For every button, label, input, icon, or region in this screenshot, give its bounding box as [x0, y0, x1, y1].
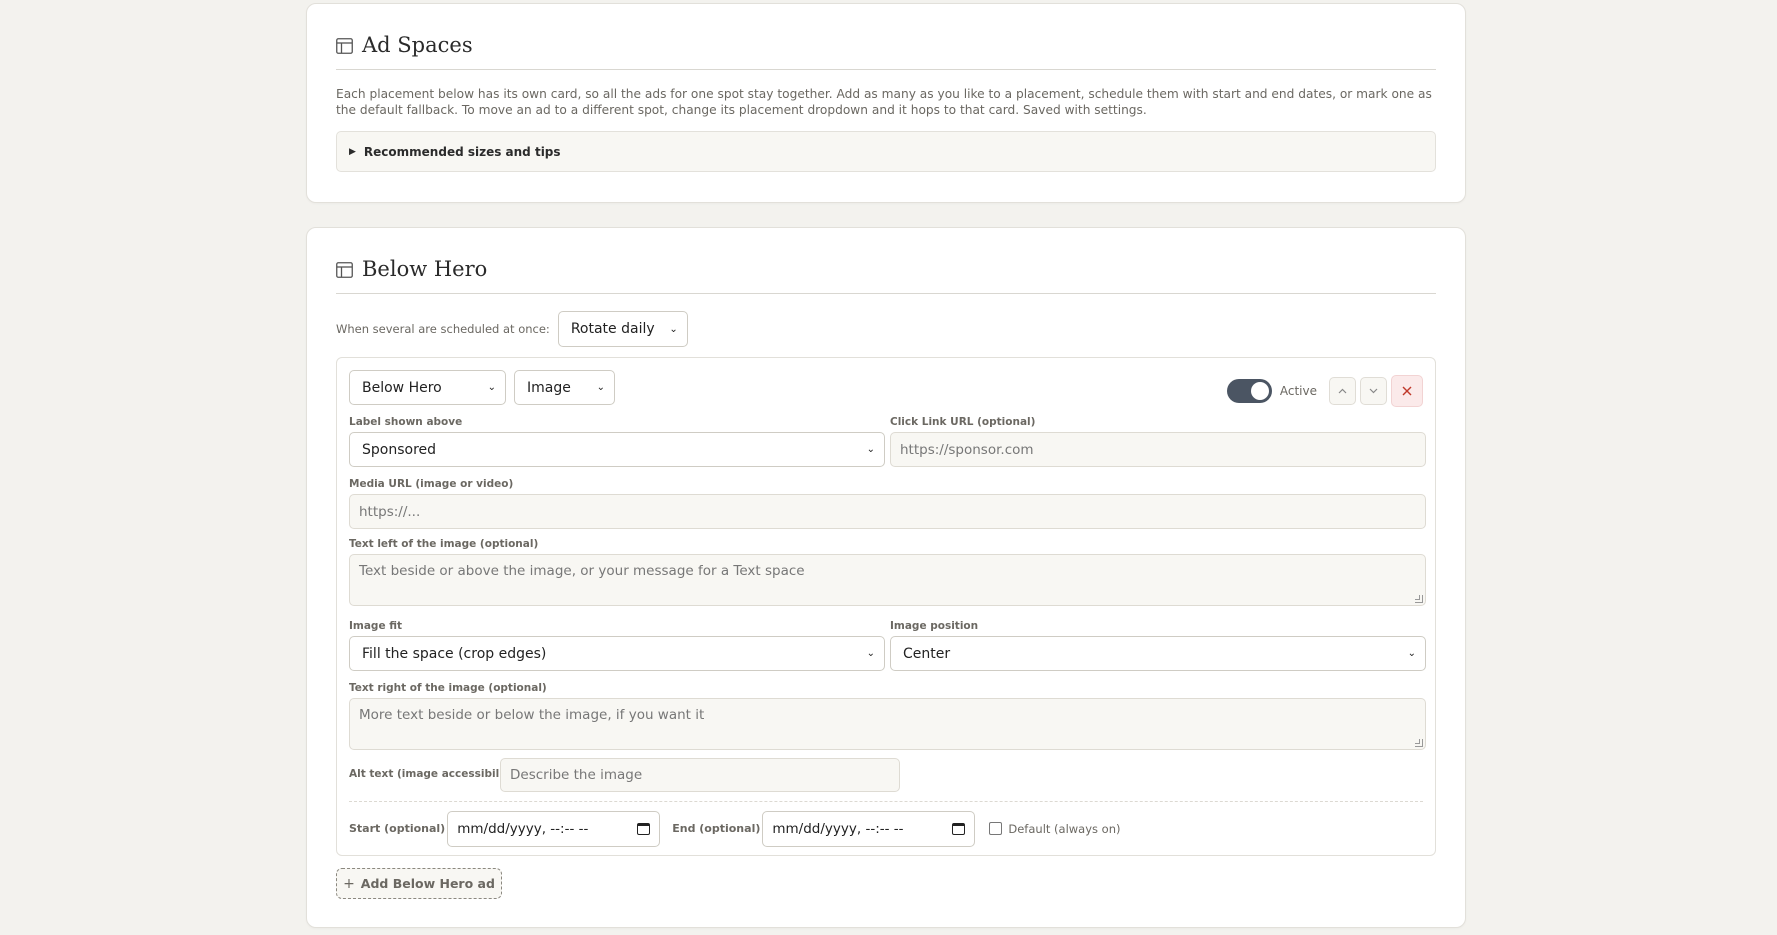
tips-summary: Recommended sizes and tips: [363, 144, 561, 159]
label-shown-above-select[interactable]: Sponsored ⌄: [349, 432, 885, 467]
active-toggle[interactable]: [1226, 379, 1272, 403]
image-fit-select[interactable]: Fill the space (crop edges) ⌄: [349, 636, 885, 671]
layout-icon: [336, 262, 353, 278]
plus-icon: +: [343, 875, 355, 892]
start-datetime-input[interactable]: mm/dd/yyyy, --:-- --: [447, 810, 661, 847]
chevron-down-icon: ⌄: [1407, 648, 1416, 659]
below-hero-card: Below Hero When several are scheduled at…: [306, 227, 1466, 928]
triangle-right-icon: ▶: [349, 146, 356, 157]
click-link-label: Click Link URL (optional): [890, 416, 1036, 428]
section-title: Below Hero: [362, 257, 488, 281]
text-left-label: Text left of the image (optional): [349, 538, 539, 550]
image-fit-label: Image fit: [349, 620, 403, 632]
click-link-input[interactable]: https://sponsor.com: [890, 432, 1426, 467]
chevron-up-icon: [1338, 388, 1347, 394]
chevron-down-icon: ⌄: [866, 444, 875, 455]
resize-handle[interactable]: [1415, 595, 1423, 603]
end-datetime-input[interactable]: mm/dd/yyyy, --:-- --: [762, 810, 976, 847]
alt-text-label: Alt text (image accessibility): [349, 768, 520, 780]
media-url-label: Media URL (image or video): [349, 478, 514, 490]
chevron-down-icon: ⌄: [866, 648, 875, 659]
rotation-select[interactable]: Rotate daily ⌄: [557, 311, 688, 347]
ad-spaces-card: Ad Spaces Each placement below has its o…: [306, 3, 1466, 203]
tips-disclosure[interactable]: ▶ Recommended sizes and tips: [336, 131, 1436, 172]
start-label: Start (optional): [349, 822, 446, 835]
end-label: End (optional): [672, 822, 761, 835]
schedule-row: Start (optional) mm/dd/yyyy, --:-- -- En…: [349, 810, 1121, 847]
alt-text-input[interactable]: Describe the image: [500, 758, 900, 792]
page-title: Ad Spaces: [362, 33, 473, 57]
add-ad-button[interactable]: + Add Below Hero ad: [336, 868, 502, 899]
media-url-input[interactable]: https://...: [349, 494, 1426, 529]
toggle-knob: [1250, 382, 1269, 400]
text-right-label: Text right of the image (optional): [349, 682, 547, 694]
default-label: Default (always on): [1008, 821, 1121, 836]
below-hero-header: Below Hero: [336, 254, 1436, 294]
image-position-select[interactable]: Center ⌄: [890, 636, 1426, 671]
text-right-textarea[interactable]: More text beside or below the image, if …: [349, 698, 1426, 750]
calendar-icon[interactable]: [952, 822, 966, 835]
layout-icon: [336, 38, 353, 54]
label-shown-above-label: Label shown above: [349, 416, 463, 428]
chevron-down-icon: ⌄: [487, 382, 496, 393]
ad-tools: Active: [1226, 375, 1423, 407]
text-left-textarea[interactable]: Text beside or above the image, or your …: [349, 554, 1426, 606]
ad-spaces-description: Each placement below has its own card, s…: [336, 87, 1432, 117]
ad-spaces-header: Ad Spaces: [336, 30, 1436, 70]
active-label: Active: [1279, 384, 1317, 398]
chevron-down-icon: ⌄: [669, 323, 678, 335]
chevron-down-icon: [1369, 388, 1378, 394]
chevron-down-icon: ⌄: [596, 382, 605, 393]
move-up-button[interactable]: [1329, 377, 1356, 405]
default-checkbox[interactable]: [989, 822, 1003, 835]
type-select[interactable]: Image ⌄: [514, 370, 615, 405]
calendar-icon[interactable]: [637, 822, 651, 835]
move-down-button[interactable]: [1360, 377, 1387, 405]
rotation-row: When several are scheduled at once: Rota…: [336, 311, 688, 347]
divider: [349, 801, 1423, 802]
ad-entry: Below Hero ⌄ Image ⌄ Active Label shown …: [336, 357, 1436, 856]
rotation-label: When several are scheduled at once:: [336, 322, 550, 336]
image-position-label: Image position: [890, 620, 979, 632]
placement-select[interactable]: Below Hero ⌄: [349, 370, 506, 405]
close-icon: [1402, 386, 1412, 396]
resize-handle[interactable]: [1415, 739, 1423, 747]
delete-ad-button[interactable]: [1391, 375, 1423, 407]
